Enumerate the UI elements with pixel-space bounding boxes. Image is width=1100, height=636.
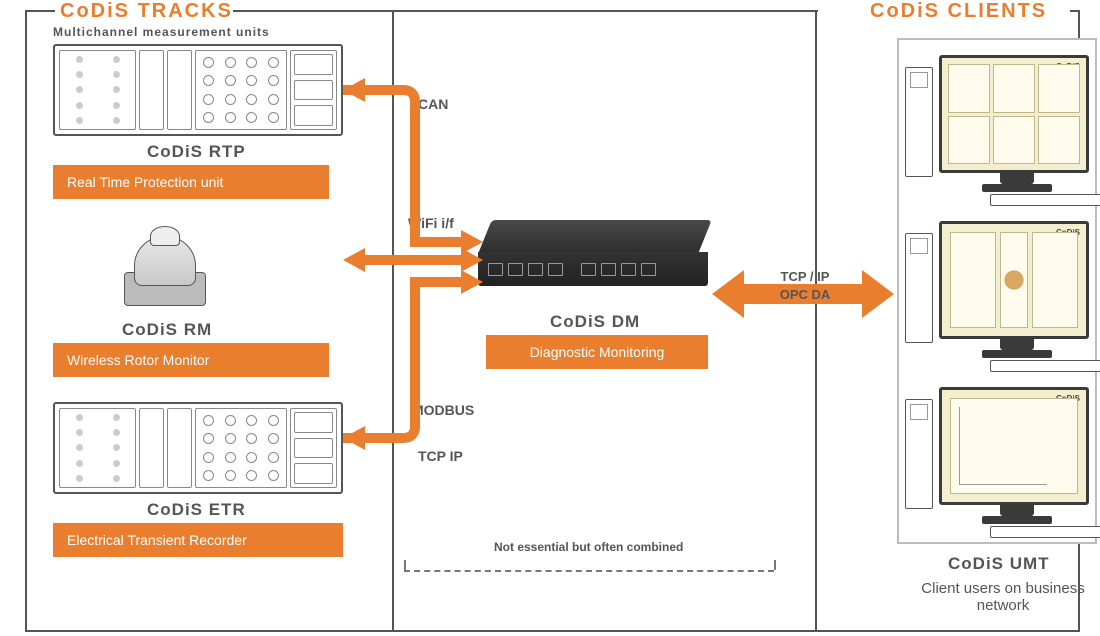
device-dm-name: CoDiS DM [550, 312, 640, 332]
divider [25, 630, 1080, 632]
section-header-clients: CoDiS CLIENTS [870, 0, 1047, 23]
caption-combined: Not essential but often combined [494, 540, 683, 554]
dashed-line [404, 570, 774, 572]
clients-desc: Client users on business network [918, 580, 1088, 614]
device-rtp-name: CoDiS RTP [147, 142, 246, 162]
protocol-tcpip: TCP IP [418, 448, 498, 465]
device-rotor [120, 224, 210, 314]
device-etr-unit [53, 402, 343, 494]
device-rtp-unit [53, 44, 343, 136]
arrow-rtp-to-dm [343, 78, 483, 268]
protocol-center: TCP / IPOPC DA [760, 268, 850, 304]
codis-architecture-diagram: CoDiS TRACKS CoDiS CLIENTS Multichannel … [0, 0, 1100, 636]
clients-name: CoDiS UMT [948, 554, 1050, 574]
clients-group: CoDiS CoDiS CoDiS [899, 40, 1095, 542]
device-rm-name: CoDiS RM [122, 320, 212, 340]
divider [25, 10, 27, 630]
device-rtp-desc: Real Time Protection unit [53, 165, 329, 199]
device-etr-desc: Electrical Transient Recorder [53, 523, 343, 557]
device-dm-desc: Diagnostic Monitoring [486, 335, 708, 369]
device-etr-name: CoDiS ETR [147, 500, 246, 520]
section-header-tracks: CoDiS TRACKS [60, 0, 233, 23]
caption-multichannel: Multichannel measurement units [53, 25, 270, 39]
device-rm-desc: Wireless Rotor Monitor [53, 343, 329, 377]
arrow-etr-to-dm [343, 270, 483, 450]
device-dm-switch [478, 220, 708, 294]
